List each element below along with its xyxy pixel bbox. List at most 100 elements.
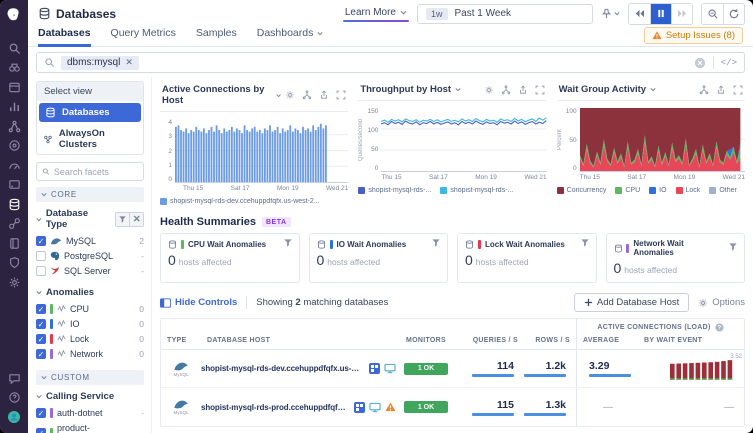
host-link[interactable]: shopist-mysql-rds-prod.ccehuppdfqfx.us-w… — [201, 403, 349, 412]
facet-filter-clear-icon[interactable]: ✕ — [129, 213, 144, 226]
gear-icon[interactable] — [484, 85, 494, 95]
gear-icon[interactable] — [285, 90, 295, 100]
setup-issues-button[interactable]: Setup Issues (8) — [644, 27, 743, 44]
legend-item[interactable]: shopist-mysql-rds-... — [358, 187, 431, 194]
nav-dashboards-icon[interactable] — [0, 78, 28, 98]
legend-item[interactable]: IO — [649, 187, 666, 194]
nav-help-icon[interactable] — [0, 388, 28, 408]
fork-icon[interactable] — [699, 85, 709, 95]
fullscreen-icon[interactable] — [535, 85, 545, 95]
table-row[interactable]: MySQL shopist-mysql-rds-dev.ccehuppdfqfx… — [161, 350, 744, 388]
zoom-out-button[interactable] — [702, 4, 723, 24]
tab-databases[interactable]: Databases — [38, 27, 91, 47]
column-queries[interactable]: QUERIES / S — [464, 334, 524, 349]
nav-synthetics-icon[interactable] — [0, 136, 28, 156]
nav-metrics-icon[interactable] — [0, 97, 28, 117]
hide-controls-button[interactable]: Hide Controls — [160, 297, 237, 308]
nav-integrations-icon[interactable] — [0, 214, 28, 234]
column-average[interactable]: AVERAGE — [576, 334, 638, 349]
options-button[interactable]: Options — [698, 297, 745, 308]
refresh-button[interactable] — [723, 4, 744, 24]
facet-search[interactable] — [36, 162, 144, 181]
legend-item[interactable]: Concurrency — [557, 187, 607, 194]
facet-item-cpu-anomaly[interactable]: ✓ CPU 0 — [36, 301, 144, 316]
legend-item[interactable]: Lock — [676, 187, 701, 194]
facet-item-postgresql[interactable]: PostgreSQL - — [36, 248, 144, 263]
nav-watchdog-icon[interactable] — [0, 58, 28, 78]
filter-icon[interactable] — [581, 239, 589, 249]
legend-item[interactable]: shopist-mysql-rds-dev.ccehuppdfqfx.us-we… — [160, 198, 320, 205]
chart-title[interactable]: Throughput by Host — [360, 84, 451, 95]
nav-notebooks-icon[interactable] — [0, 234, 28, 254]
chevron-down-icon[interactable] — [650, 87, 656, 92]
column-monitors[interactable]: MONITORS — [400, 334, 464, 349]
area-chart-plot[interactable] — [580, 108, 745, 172]
filter-icon[interactable] — [729, 243, 737, 253]
fork-icon[interactable] — [302, 90, 312, 100]
legend-item[interactable]: Other — [709, 187, 737, 194]
facet-item-product-recommendation[interactable]: ✓ product-recommendati... - — [36, 420, 144, 433]
time-range-picker[interactable]: 1w Past 1 Week — [417, 4, 593, 24]
skip-back-button[interactable] — [629, 4, 650, 24]
facet-item-network-anomaly[interactable]: ✓ Network 0 — [36, 346, 144, 361]
checkbox-checked[interactable]: ✓ — [36, 428, 46, 433]
checkbox-checked[interactable]: ✓ — [36, 236, 46, 246]
legend-item[interactable]: CPU — [615, 187, 640, 194]
facet-group-header[interactable]: Anomalies — [36, 287, 144, 298]
nav-apm-icon[interactable] — [0, 117, 28, 137]
nav-search-icon[interactable] — [0, 39, 28, 59]
nav-infrastructure-icon[interactable] — [0, 175, 28, 195]
nav-chat-icon[interactable] — [0, 369, 28, 389]
checkbox-checked[interactable]: ✓ — [36, 319, 46, 329]
monitor-status-pill[interactable]: 1 OK — [404, 401, 448, 413]
query-syntax-icon[interactable]: </> — [721, 58, 737, 68]
help-icon[interactable]: ? — [715, 323, 724, 332]
tab-samples[interactable]: Samples — [196, 27, 237, 47]
bar-chart-plot[interactable] — [175, 119, 348, 183]
tab-dashboards[interactable]: Dashboards — [257, 27, 324, 47]
checkbox-checked[interactable]: ✓ — [36, 408, 46, 418]
checkbox-unchecked[interactable] — [36, 251, 46, 261]
warning-icon[interactable] — [385, 402, 396, 412]
pin-timeframe-button[interactable] — [601, 8, 620, 19]
facet-item-auth-dotnet[interactable]: ✓ auth-dotnet - — [36, 405, 144, 420]
table-row[interactable]: MySQL shopist-mysql-rds-prod.ccehuppdfqf… — [161, 388, 744, 426]
export-icon[interactable] — [716, 85, 726, 95]
dashboard-icon[interactable] — [369, 402, 381, 413]
line-chart-plot[interactable] — [381, 108, 546, 172]
view-alwayson-clusters[interactable]: AlwaysOn Clusters — [37, 124, 143, 154]
fullscreen-icon[interactable] — [733, 85, 743, 95]
pause-button[interactable] — [650, 4, 671, 24]
facet-item-io-anomaly[interactable]: ✓ IO 0 — [36, 316, 144, 331]
column-database-host[interactable]: DATABASE HOST — [201, 334, 400, 349]
search-bar[interactable]: dbms:mysql ✕ </> — [36, 52, 745, 73]
remove-tag-icon[interactable]: ✕ — [125, 57, 133, 68]
clear-search-icon[interactable] — [694, 57, 706, 69]
nav-databases-icon[interactable] — [0, 195, 28, 215]
section-core[interactable]: CORE — [36, 187, 144, 202]
checkbox-checked[interactable]: ✓ — [36, 334, 46, 344]
legend-item[interactable]: shopist-mysql-rds-... — [440, 187, 513, 194]
checkbox-unchecked[interactable] — [36, 266, 46, 276]
filter-icon[interactable] — [284, 239, 292, 249]
monitor-status-pill[interactable]: 1 OK — [404, 363, 448, 375]
host-link[interactable]: shopist-mysql-rds-dev.ccehuppdfqfx.us-we… — [201, 364, 364, 373]
datadog-logo[interactable] — [0, 5, 28, 25]
filter-icon[interactable] — [432, 239, 440, 249]
hostmap-icon[interactable] — [354, 402, 365, 413]
facet-search-input[interactable] — [54, 167, 138, 177]
column-type[interactable]: TYPE — [161, 334, 201, 349]
chevron-down-icon[interactable] — [455, 87, 461, 92]
chart-title[interactable]: Wait Group Activity — [559, 84, 646, 95]
view-databases[interactable]: Databases — [39, 103, 141, 122]
column-rows[interactable]: ROWS / S — [524, 334, 576, 349]
skip-forward-button[interactable] — [671, 4, 692, 24]
chart-title[interactable]: Active Connections by Host — [162, 84, 272, 106]
fullscreen-icon[interactable] — [336, 90, 346, 100]
nav-monitors-icon[interactable] — [0, 156, 28, 176]
add-database-host-button[interactable]: Add Database Host — [574, 293, 689, 312]
facet-item-sql-server[interactable]: SQL Server - — [36, 263, 144, 278]
checkbox-checked[interactable]: ✓ — [36, 349, 46, 359]
checkbox-checked[interactable]: ✓ — [36, 304, 46, 314]
hostmap-icon[interactable] — [369, 363, 380, 374]
